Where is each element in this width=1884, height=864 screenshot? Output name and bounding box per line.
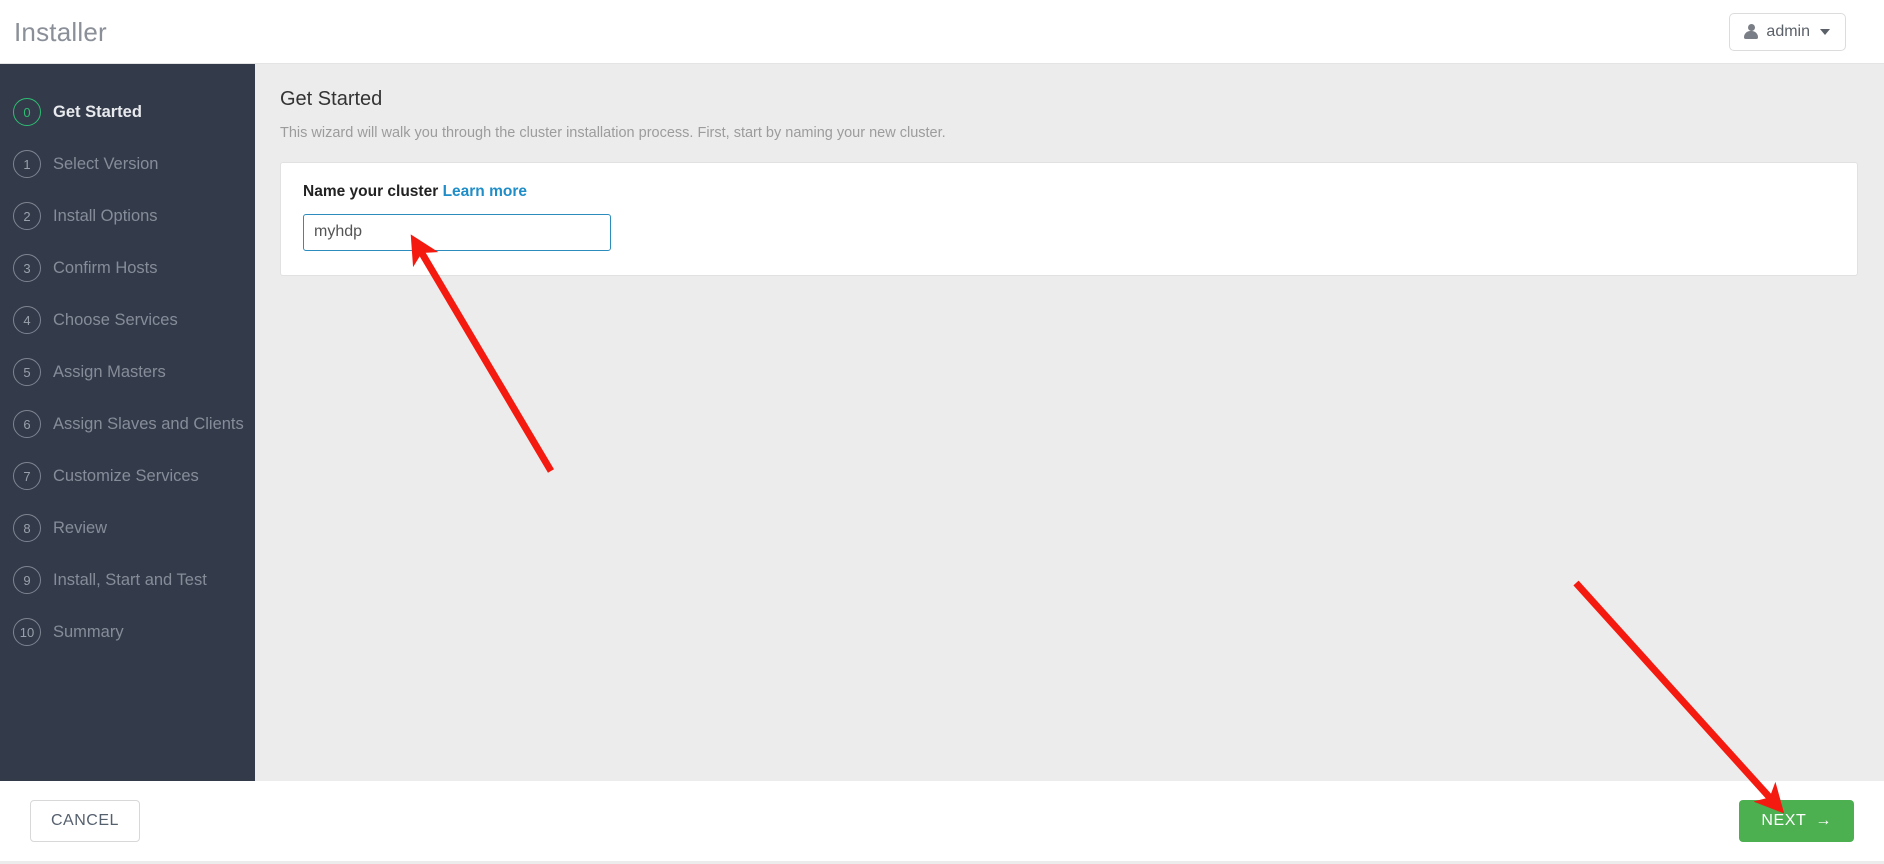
cluster-name-label: Name your cluster Learn more [303, 183, 1835, 201]
top-header-bar: Installer admin [0, 0, 1884, 64]
sidebar-item-customize-services[interactable]: 7 Customize Services [0, 450, 255, 502]
user-icon [1744, 23, 1759, 40]
step-number-badge: 3 [13, 254, 41, 282]
name-cluster-card: Name your cluster Learn more [280, 161, 1858, 276]
sidebar-item-select-version[interactable]: 1 Select Version [0, 138, 255, 190]
step-number-badge: 4 [13, 306, 41, 334]
wizard-footer-bar: CANCEL NEXT → [0, 781, 1884, 864]
learn-more-link[interactable]: Learn more [443, 183, 527, 200]
content-heading: Get Started [280, 88, 383, 110]
sidebar-item-label: Select Version [53, 154, 159, 173]
chevron-down-icon [1820, 28, 1830, 35]
user-menu-button[interactable]: admin [1729, 12, 1846, 51]
arrow-right-icon: → [1815, 812, 1832, 829]
sidebar-item-label: Summary [53, 622, 124, 641]
sidebar-item-label: Get Started [53, 102, 142, 121]
sidebar-item-confirm-hosts[interactable]: 3 Confirm Hosts [0, 242, 255, 294]
step-number-badge: 7 [13, 462, 41, 490]
user-menu-label: admin [1766, 22, 1810, 40]
sidebar-item-get-started[interactable]: 0 Get Started [0, 86, 255, 138]
sidebar-item-label: Choose Services [53, 310, 178, 329]
step-number-badge: 1 [13, 150, 41, 178]
sidebar-item-choose-services[interactable]: 4 Choose Services [0, 294, 255, 346]
sidebar-item-assign-masters[interactable]: 5 Assign Masters [0, 346, 255, 398]
content-description: This wizard will walk you through the cl… [280, 125, 946, 141]
sidebar-item-label: Assign Slaves and Clients [53, 414, 244, 433]
next-button[interactable]: NEXT → [1739, 800, 1854, 842]
sidebar-item-assign-slaves-and-clients[interactable]: 6 Assign Slaves and Clients [0, 398, 255, 450]
sidebar-item-label: Assign Masters [53, 362, 166, 381]
sidebar-item-label: Review [53, 518, 108, 537]
sidebar-item-label: Confirm Hosts [53, 258, 158, 277]
step-number-badge: 10 [13, 618, 41, 646]
cluster-name-input[interactable] [303, 213, 611, 251]
main-content: Get Started This wizard will walk you th… [255, 64, 1884, 781]
step-number-badge: 6 [13, 410, 41, 438]
cluster-name-label-text: Name your cluster [303, 182, 439, 200]
sidebar-item-install-start-and-test[interactable]: 9 Install, Start and Test [0, 554, 255, 606]
cancel-button[interactable]: CANCEL [30, 800, 140, 842]
step-number-badge: 8 [13, 514, 41, 542]
next-button-label: NEXT [1761, 812, 1807, 829]
wizard-step-sidebar: 0 Get Started 1 Select Version 2 Install… [0, 64, 255, 781]
sidebar-item-label: Install, Start and Test [53, 570, 207, 589]
sidebar-item-label: Customize Services [53, 466, 199, 485]
page-title: Installer [14, 16, 107, 47]
step-number-badge: 0 [13, 98, 41, 126]
installer-app: Installer admin 0 Get Started 1 Select V… [0, 0, 1884, 864]
step-number-badge: 5 [13, 358, 41, 386]
sidebar-item-install-options[interactable]: 2 Install Options [0, 190, 255, 242]
sidebar-item-review[interactable]: 8 Review [0, 502, 255, 554]
step-number-badge: 9 [13, 566, 41, 594]
sidebar-item-label: Install Options [53, 206, 158, 225]
sidebar-item-summary[interactable]: 10 Summary [0, 606, 255, 658]
step-number-badge: 2 [13, 202, 41, 230]
